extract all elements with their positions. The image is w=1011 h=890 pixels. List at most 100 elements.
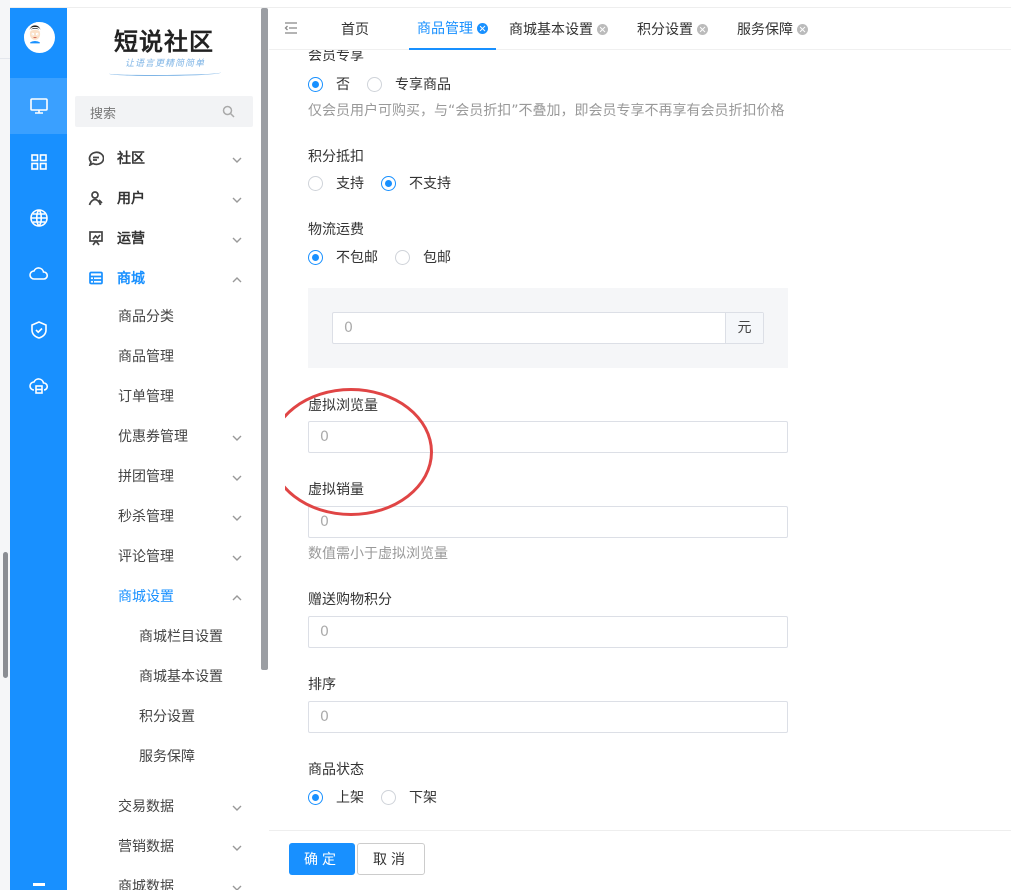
chevron-down-icon — [232, 511, 242, 521]
sidebar-item-mall-settings[interactable]: 商城设置 — [67, 576, 261, 616]
radio-member-exclusive-yes[interactable] — [367, 76, 382, 92]
rail-shield[interactable] — [10, 302, 67, 358]
user-icon — [88, 190, 104, 206]
globe-icon — [29, 209, 48, 227]
grid-icon — [30, 154, 47, 170]
sidebar-item-label: 营销数据 — [118, 839, 174, 855]
gift-points-input[interactable]: 0 — [308, 616, 788, 648]
sidebar-item-mall[interactable]: 商城 — [67, 258, 261, 298]
sidebar-item-label: 商城数据 — [118, 879, 174, 890]
virtual-sales-hint: 数值需小于虚拟浏览量 — [308, 546, 448, 562]
sidebar-item-label: 商城基本设置 — [139, 669, 223, 685]
tab-service-guarantee[interactable]: 服务保障 — [737, 8, 808, 50]
close-icon[interactable] — [697, 23, 708, 35]
sidebar-item-marketing-data[interactable]: 营销数据 — [67, 826, 261, 866]
member-exclusive-radio-group: 否 专享商品 — [308, 74, 468, 94]
chevron-down-icon — [232, 233, 242, 243]
input-value: 0 — [320, 709, 329, 725]
member-exclusive-hint: 仅会员用户可购买，与“会员折扣”不叠加，即会员专享不再享有会员折扣价格 — [308, 103, 785, 119]
sidebar-item-mall-column-settings[interactable]: 商城栏目设置 — [67, 616, 261, 656]
shipping-radio-group: 不包邮 包邮 — [308, 247, 468, 267]
product-status-label: 商品状态 — [308, 762, 364, 778]
sidebar-item-label: 服务保障 — [139, 749, 195, 765]
sidebar-item-label: 商城栏目设置 — [139, 629, 223, 645]
input-value: 0 — [320, 624, 329, 640]
sidebar-item-points-settings[interactable]: 积分设置 — [67, 696, 261, 736]
close-icon[interactable] — [797, 23, 808, 35]
chevron-down-icon — [232, 801, 242, 811]
sidebar-item-service-guarantee[interactable]: 服务保障 — [67, 736, 261, 776]
rail-monitor[interactable] — [10, 78, 67, 134]
confirm-button[interactable]: 确定 — [289, 843, 355, 875]
currency-unit: 元 — [725, 313, 763, 343]
rail-apps[interactable] — [10, 134, 67, 190]
tab-home[interactable]: 首页 — [341, 8, 369, 50]
sidebar-item-label: 拼团管理 — [118, 469, 174, 485]
tab-mall-basic-settings[interactable]: 商城基本设置 — [509, 8, 608, 50]
sidebar-item-label: 商品管理 — [118, 349, 174, 365]
radio-points-not-support[interactable] — [381, 175, 396, 191]
sidebar-item-order-management[interactable]: 订单管理 — [67, 376, 261, 416]
sidebar-item-flash-sale[interactable]: 秒杀管理 — [67, 496, 261, 536]
sidebar-item-coupon-management[interactable]: 优惠券管理 — [67, 416, 261, 456]
sidebar-item-group-buy[interactable]: 拼团管理 — [67, 456, 261, 496]
sidebar-item-label: 交易数据 — [118, 799, 174, 815]
logo-subtitle: 让语言更精简简单 — [124, 59, 205, 69]
member-exclusive-label: 会员专享 — [308, 50, 364, 64]
outer-scrollbar-thumb[interactable] — [3, 552, 8, 678]
radio-member-exclusive-no[interactable] — [308, 76, 323, 92]
sidebar-item-community[interactable]: 社区 — [67, 138, 261, 178]
sidebar-item-product-management[interactable]: 商品管理 — [67, 336, 261, 376]
search-icon — [222, 105, 235, 118]
sidebar-item-transaction-data[interactable]: 交易数据 — [67, 786, 261, 826]
sort-label: 排序 — [308, 677, 336, 693]
chevron-down-icon — [232, 153, 242, 163]
sidebar-item-review-management[interactable]: 评论管理 — [67, 536, 261, 576]
sidebar-item-mall-data[interactable]: 商城数据 — [67, 866, 261, 890]
monitor-icon — [29, 98, 48, 114]
app-root: 短说社区 让语言更精简简单 搜索 社区 用户 运营 商城 商品分类 商品管理 订… — [0, 0, 1011, 890]
radio-status-off-shelf[interactable] — [381, 789, 396, 805]
radio-shipping-free[interactable] — [395, 249, 410, 265]
chevron-up-icon — [232, 273, 242, 283]
rail-cloud[interactable] — [10, 246, 67, 302]
sidebar-item-users[interactable]: 用户 — [67, 178, 261, 218]
rail-cloud-server[interactable] — [10, 358, 67, 414]
sidebar-menu: 短说社区 让语言更精简简单 搜索 社区 用户 运营 商城 商品分类 商品管理 订… — [67, 8, 261, 890]
radio-option-label: 上架 — [336, 790, 364, 806]
tab-label: 积分设置 — [637, 22, 693, 38]
close-icon[interactable] — [597, 23, 608, 35]
radio-points-support[interactable] — [308, 175, 323, 191]
sidebar-item-product-category[interactable]: 商品分类 — [67, 296, 261, 336]
chevron-down-icon — [232, 471, 242, 481]
sidebar-item-label: 商城设置 — [118, 589, 174, 605]
sidebar-item-operations[interactable]: 运营 — [67, 218, 261, 258]
close-icon[interactable] — [477, 22, 488, 34]
tab-product-management[interactable]: 商品管理 — [409, 8, 496, 50]
shipping-fee-panel: 0 元 — [308, 288, 788, 368]
rail-bottom-mark — [33, 883, 45, 886]
sidebar-item-label: 用户 — [117, 191, 145, 207]
product-status-radio-group: 上架 下架 — [308, 787, 454, 807]
sidebar-item-mall-basic-settings[interactable]: 商城基本设置 — [67, 656, 261, 696]
search-input[interactable]: 搜索 — [75, 96, 253, 127]
sidebar-item-label: 运营 — [117, 231, 145, 247]
cancel-button[interactable]: 取消 — [357, 843, 425, 875]
gift-points-label: 赠送购物积分 — [308, 592, 392, 608]
avatar[interactable] — [24, 22, 55, 53]
chevron-down-icon — [232, 841, 242, 851]
sidebar-item-label: 社区 — [117, 151, 145, 167]
logo-swoosh — [109, 70, 221, 76]
shipping-fee-input[interactable]: 0 元 — [332, 312, 764, 344]
rail-globe[interactable] — [10, 190, 67, 246]
radio-shipping-not-free[interactable] — [308, 249, 323, 265]
radio-option-label: 包邮 — [423, 250, 451, 266]
points-deduction-radio-group: 支持 不支持 — [308, 173, 468, 193]
sort-input[interactable]: 0 — [308, 701, 788, 733]
collapse-menu-icon[interactable] — [284, 21, 298, 35]
tab-points-settings[interactable]: 积分设置 — [637, 8, 708, 50]
tab-bar: 首页 商品管理 商城基本设置 积分设置 服务保障 — [269, 8, 1011, 50]
sidebar-scrollbar-thumb[interactable] — [261, 8, 268, 670]
avatar-icon — [24, 22, 47, 45]
radio-status-on-shelf[interactable] — [308, 789, 323, 805]
